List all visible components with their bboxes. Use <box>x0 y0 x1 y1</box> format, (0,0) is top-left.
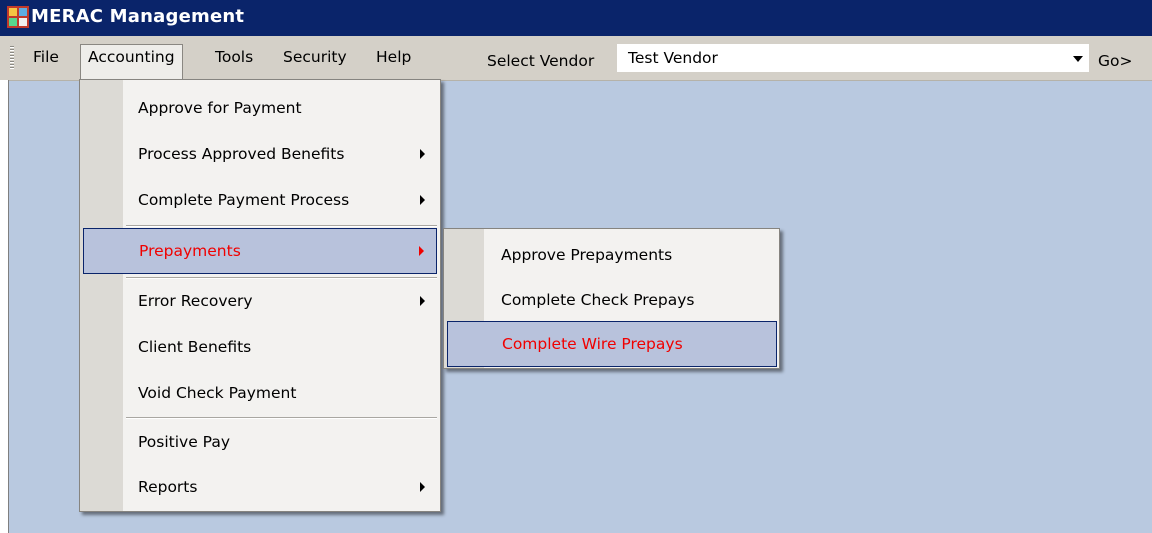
prepayments-submenu: Approve Prepayments Complete Check Prepa… <box>443 228 780 369</box>
left-panel-edge <box>0 80 8 533</box>
title-bar: MERAC Management <box>0 0 1152 36</box>
menu-item-label: Reports <box>138 478 198 496</box>
submenu-arrow-icon <box>420 482 425 492</box>
menu-item-label: Error Recovery <box>138 292 253 310</box>
menu-item-client-benefits[interactable]: Client Benefits <box>83 324 437 370</box>
menu-item-label: Approve Prepayments <box>501 246 673 264</box>
menu-item-complete-wire-prepays[interactable]: Complete Wire Prepays <box>447 321 777 367</box>
window-title: MERAC Management <box>31 6 245 27</box>
menu-item-label: Void Check Payment <box>138 384 297 402</box>
menu-item-approve-for-payment[interactable]: Approve for Payment <box>83 85 437 131</box>
menu-item-void-check-payment[interactable]: Void Check Payment <box>83 370 437 416</box>
vendor-select[interactable]: Test Vendor <box>617 44 1089 72</box>
menu-item-label: Client Benefits <box>138 338 252 356</box>
menu-item-label: Prepayments <box>139 242 241 260</box>
menu-item-label: Process Approved Benefits <box>138 145 345 163</box>
menu-item-complete-check-prepays[interactable]: Complete Check Prepays <box>447 277 777 323</box>
menu-item-process-approved-benefits[interactable]: Process Approved Benefits <box>83 131 437 177</box>
menu-item-label: Positive Pay <box>138 433 231 451</box>
submenu-arrow-icon <box>420 149 425 159</box>
accounting-dropdown-menu: Approve for Payment Process Approved Ben… <box>79 79 441 512</box>
menu-item-reports[interactable]: Reports <box>83 464 437 510</box>
submenu-arrow-icon <box>420 195 425 205</box>
menu-help[interactable]: Help <box>369 44 418 70</box>
menu-item-label: Complete Wire Prepays <box>502 335 683 353</box>
left-panel-divider <box>8 80 9 533</box>
menu-accounting[interactable]: Accounting <box>80 44 183 80</box>
go-button[interactable]: Go> <box>1098 52 1132 70</box>
menu-tools[interactable]: Tools <box>208 44 260 70</box>
menu-item-positive-pay[interactable]: Positive Pay <box>83 419 437 465</box>
menu-item-approve-prepayments[interactable]: Approve Prepayments <box>447 232 777 278</box>
menu-item-label: Complete Check Prepays <box>501 291 695 309</box>
menu-item-label: Complete Payment Process <box>138 191 350 209</box>
toolbar-grip-handle[interactable] <box>10 46 14 70</box>
menu-item-label: Approve for Payment <box>138 99 302 117</box>
menu-item-complete-payment-process[interactable]: Complete Payment Process <box>83 177 437 223</box>
menu-security[interactable]: Security <box>276 44 354 70</box>
menu-item-error-recovery[interactable]: Error Recovery <box>83 278 437 324</box>
submenu-arrow-icon <box>419 246 424 256</box>
vendor-select-value: Test Vendor <box>628 49 718 67</box>
app-window: MERAC Management File Accounting Tools S… <box>0 0 1152 533</box>
chevron-down-icon[interactable] <box>1068 45 1088 71</box>
select-vendor-label: Select Vendor <box>487 52 595 70</box>
menu-item-prepayments[interactable]: Prepayments <box>83 228 437 274</box>
submenu-arrow-icon <box>420 296 425 306</box>
menu-file[interactable]: File <box>26 44 66 70</box>
menu-bar: File Accounting Tools Security Help Sele… <box>0 36 1152 81</box>
app-icon <box>7 6 29 28</box>
menu-separator <box>126 225 437 227</box>
